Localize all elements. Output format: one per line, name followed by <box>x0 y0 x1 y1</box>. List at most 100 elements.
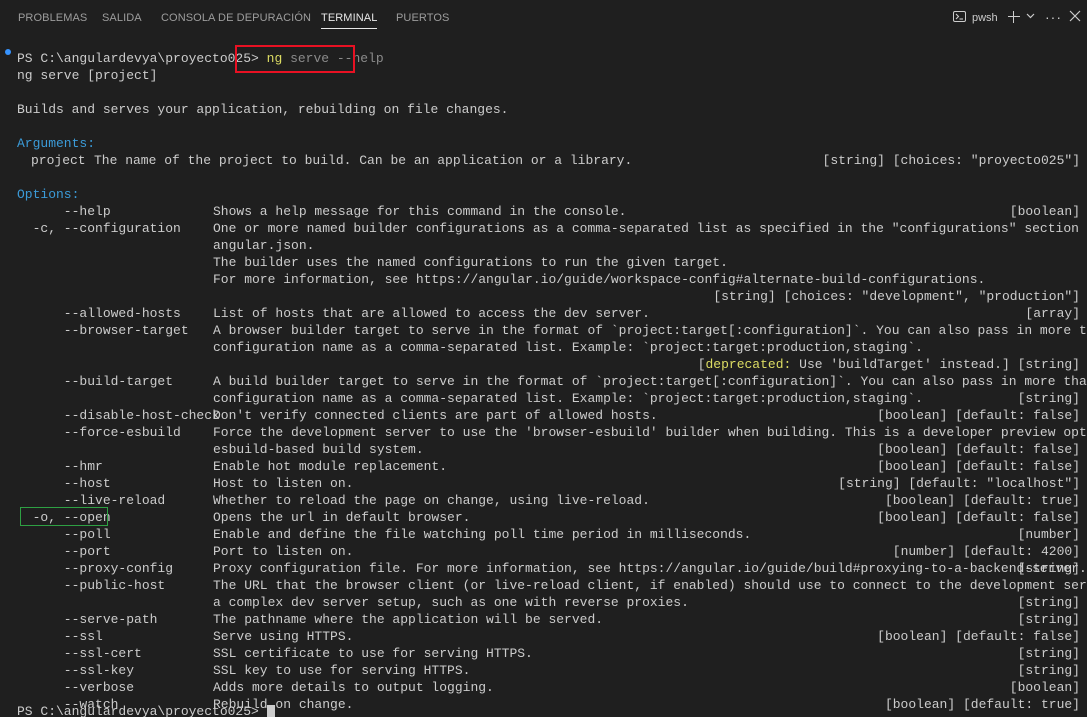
option-type: [array] <box>1025 306 1080 321</box>
terminal-shell-icon[interactable] <box>953 11 966 22</box>
option-row: configuration name as a comma-separated … <box>0 390 1087 407</box>
option-row: --allowed-hosts List of hosts that are al… <box>0 305 1087 322</box>
option-row: --ssl Serve using HTTPS. [boolean] [defaul… <box>0 628 1087 645</box>
option-flag: --public-host <box>17 578 166 593</box>
summary-line: Builds and serves your application, rebu… <box>17 102 509 117</box>
option-row: esbuild-based build system. [boolean] [de… <box>0 441 1087 458</box>
option-description: Port to listen on. <box>213 544 354 559</box>
argument-row: project The name of the project to build… <box>0 152 1087 169</box>
tab-puertos[interactable]: PUERTOS <box>396 0 449 36</box>
option-row: -o, --open Opens the url in default brows… <box>0 509 1087 526</box>
option-description: For more information, see https://angula… <box>213 272 986 287</box>
option-row: --poll Enable and define the file watchin… <box>0 526 1087 543</box>
deprecated-label: deprecated: <box>705 357 792 372</box>
option-row: --host Host to listen on. [string] [defaul… <box>0 475 1087 492</box>
option-type: [string] <box>1017 646 1080 661</box>
option-type: [boolean] [default: false] <box>877 629 1080 644</box>
option-flag: --help <box>17 204 111 219</box>
option-description: SSL certificate to use for serving HTTPS… <box>213 646 533 661</box>
option-description: Opens the url in default browser. <box>213 510 471 525</box>
deprecated-note: Use 'buildTarget' instead.] [string] <box>799 357 1080 372</box>
option-flag: --serve-path <box>17 612 158 627</box>
option-flag: --host <box>17 476 111 491</box>
option-flag: --verbose <box>17 680 135 695</box>
command-decoration-icon[interactable] <box>5 49 11 55</box>
option-flag: --ssl-cert <box>17 646 142 661</box>
option-type: [boolean] <box>1009 680 1080 695</box>
option-description: a complex dev server setup, such as one … <box>213 595 689 610</box>
options-heading: Options: <box>17 187 80 202</box>
option-type: [boolean] [default: false] <box>877 459 1080 474</box>
final-prompt-line: PS C:\angulardevya\proyecto025> <box>17 703 1087 717</box>
option-flag: --disable-host-check <box>17 408 220 423</box>
chevron-down-icon[interactable] <box>1026 13 1035 19</box>
option-row: [string] [choices: "development", "produ… <box>0 288 1087 305</box>
option-row: --live-reload Whether to reload the page … <box>0 492 1087 509</box>
option-flag: --allowed-hosts <box>17 306 181 321</box>
option-row: angular.json. <box>0 237 1087 254</box>
close-panel-icon[interactable] <box>1069 10 1081 22</box>
arguments-heading: Arguments: <box>17 136 96 151</box>
option-type: [string] <box>1017 561 1080 576</box>
option-description: The pathname where the application will … <box>213 612 604 627</box>
option-row: --public-host The URL that the browser cl… <box>0 577 1087 594</box>
option-row: --build-target A build builder target to … <box>0 373 1087 390</box>
argument-type: [string] [choices: "proyecto025"] <box>822 153 1080 168</box>
option-type: [string] <box>1017 612 1080 627</box>
terminal-output[interactable]: PS C:\angulardevya\proyecto025> ng serve… <box>0 36 1087 717</box>
option-description: Host to listen on. <box>213 476 354 491</box>
tab-consola-depuracion[interactable]: CONSOLA DE DEPURACIÓN <box>161 0 311 36</box>
option-type: [string] [choices: "development", "produ… <box>713 289 1080 304</box>
option-row: --verbose Adds more details to output log… <box>0 679 1087 696</box>
option-description: SSL key to use for serving HTTPS. <box>213 663 471 678</box>
option-type: [boolean] <box>1009 204 1080 219</box>
option-row: --browser-target A browser builder target… <box>0 322 1087 339</box>
more-actions-icon[interactable]: ··· <box>1045 10 1062 24</box>
prompt-path: PS C:\angulardevya\proyecto025> <box>17 51 259 66</box>
option-type: [deprecated: Use 'buildTarget' instead.]… <box>697 357 1080 372</box>
option-flag: --port <box>17 544 111 559</box>
argument-desc: The name of the project to build. Can be… <box>94 153 633 168</box>
option-row: --ssl-key SSL key to use for serving HTTP… <box>0 662 1087 679</box>
option-description: esbuild-based build system. <box>213 442 424 457</box>
option-description: Force the development server to use the … <box>213 425 1087 440</box>
option-row: --proxy-config Proxy configuration file. … <box>0 560 1087 577</box>
final-prompt: PS C:\angulardevya\proyecto025> <box>17 704 267 717</box>
option-row: --ssl-cert SSL certificate to use for ser… <box>0 645 1087 662</box>
option-flag: -c, --configuration <box>17 221 181 236</box>
option-flag: --force-esbuild <box>17 425 181 440</box>
option-flag: --browser-target <box>17 323 189 338</box>
option-description: Whether to reload the page on change, us… <box>213 493 650 508</box>
command-highlight-box <box>235 45 355 73</box>
option-flag: --poll <box>17 527 111 542</box>
option-description: Proxy configuration file. For more infor… <box>213 561 1087 576</box>
option-type: [string] <box>1017 663 1080 678</box>
option-row: a complex dev server setup, such as one … <box>0 594 1087 611</box>
tab-terminal[interactable]: TERMINAL <box>321 0 378 36</box>
option-flag: --build-target <box>17 374 174 389</box>
option-row: --disable-host-check Don't verify connect… <box>0 407 1087 424</box>
new-terminal-icon[interactable] <box>1008 11 1020 23</box>
option-row: --port Port to listen on. [number] [defaul… <box>0 543 1087 560</box>
option-description: List of hosts that are allowed to access… <box>213 306 650 321</box>
option-flag: --ssl-key <box>17 663 135 678</box>
option-description: configuration name as a comma-separated … <box>213 340 923 355</box>
option-description: Serve using HTTPS. <box>213 629 354 644</box>
option-description: A browser builder target to serve in the… <box>213 323 1087 338</box>
prompt-line: PS C:\angulardevya\proyecto025> ng serve… <box>17 50 1087 67</box>
option-description: angular.json. <box>213 238 315 253</box>
option-row: [deprecated: Use 'buildTarget' instead.]… <box>0 356 1087 373</box>
shell-label[interactable]: pwsh <box>972 0 998 36</box>
option-description: One or more named builder configurations… <box>213 221 1087 236</box>
option-description: configuration name as a comma-separated … <box>213 391 923 406</box>
option-description: Don't verify connected clients are part … <box>213 408 658 423</box>
option-description: Shows a help message for this command in… <box>213 204 627 219</box>
option-type: [boolean] [default: false] <box>877 408 1080 423</box>
option-row: --hmr Enable hot module replacement. [bool… <box>0 458 1087 475</box>
option-description: Adds more details to output logging. <box>213 680 494 695</box>
option-type: [number] <box>1017 527 1080 542</box>
option-type: [number] [default: 4200] <box>892 544 1080 559</box>
tab-problemas[interactable]: PROBLEMAS <box>18 0 87 36</box>
tab-salida[interactable]: SALIDA <box>102 0 142 36</box>
argument-name: project <box>31 153 86 168</box>
